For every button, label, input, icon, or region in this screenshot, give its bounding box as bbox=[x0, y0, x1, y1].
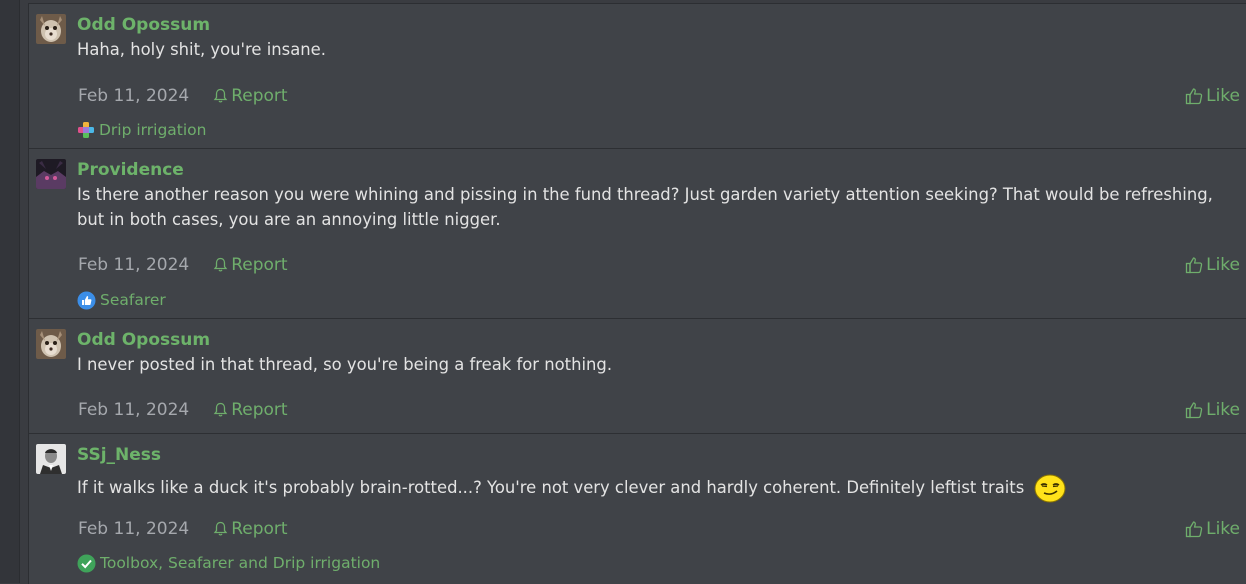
like-button[interactable]: Like bbox=[1185, 84, 1240, 108]
report-button[interactable]: Report bbox=[213, 255, 288, 275]
thread-post-list: Odd Opossum Haha, holy shit, you're insa… bbox=[28, 3, 1246, 584]
post-date[interactable]: Feb 11, 2024 bbox=[78, 400, 189, 420]
bell-icon bbox=[213, 88, 228, 103]
bell-icon bbox=[213, 257, 228, 272]
post-meta: Feb 11, 2024 Report bbox=[78, 84, 288, 108]
like-label: Like bbox=[1206, 400, 1240, 420]
like-button[interactable]: Like bbox=[1185, 517, 1240, 541]
post-meta: Feb 11, 2024 Report bbox=[78, 517, 288, 541]
username[interactable]: Providence bbox=[77, 158, 184, 182]
post: Odd Opossum Haha, holy shit, you're insa… bbox=[29, 4, 1246, 149]
left-rail bbox=[0, 0, 19, 583]
like-label: Like bbox=[1206, 519, 1240, 539]
reactions-text: Toolbox, Seafarer and Drip irrigation bbox=[100, 554, 381, 572]
like-button[interactable]: Like bbox=[1185, 398, 1240, 422]
avatar[interactable] bbox=[36, 14, 66, 44]
thumbs-up-reaction-icon bbox=[77, 291, 96, 309]
report-button[interactable]: Report bbox=[213, 400, 288, 420]
message-text: If it walks like a duck it's probably br… bbox=[77, 478, 1025, 497]
avatar[interactable] bbox=[36, 444, 66, 474]
username[interactable]: Odd Opossum bbox=[77, 13, 210, 37]
report-label: Report bbox=[231, 400, 288, 420]
puzzle-reaction-icon bbox=[78, 122, 94, 138]
report-button[interactable]: Report bbox=[213, 519, 288, 539]
report-label: Report bbox=[231, 86, 288, 106]
post-date[interactable]: Feb 11, 2024 bbox=[78, 255, 189, 275]
post-meta: Feb 11, 2024 Report bbox=[78, 398, 288, 422]
reactions-bar[interactable]: Drip irrigation bbox=[77, 119, 207, 141]
post: SSj_Ness If it walks like a duck it's pr… bbox=[29, 434, 1246, 584]
smug-smiley-emoji bbox=[1034, 474, 1065, 503]
bell-icon bbox=[213, 402, 228, 417]
like-label: Like bbox=[1206, 255, 1240, 275]
avatar[interactable] bbox=[36, 329, 66, 359]
post-date[interactable]: Feb 11, 2024 bbox=[78, 86, 189, 106]
reactions-bar[interactable]: Seafarer bbox=[77, 289, 166, 311]
report-button[interactable]: Report bbox=[213, 86, 288, 106]
report-label: Report bbox=[231, 519, 288, 539]
post-message: If it walks like a duck it's probably br… bbox=[77, 474, 1237, 503]
thumbs-up-icon bbox=[1185, 257, 1203, 274]
username[interactable]: SSj_Ness bbox=[77, 443, 161, 467]
username[interactable]: Odd Opossum bbox=[77, 328, 210, 352]
like-button[interactable]: Like bbox=[1185, 253, 1240, 277]
post-message: I never posted in that thread, so you're… bbox=[77, 355, 613, 374]
rail-divider bbox=[19, 0, 20, 583]
reactions-bar[interactable]: Toolbox, Seafarer and Drip irrigation bbox=[77, 552, 380, 574]
thumbs-up-icon bbox=[1185, 521, 1203, 538]
post: Odd Opossum I never posted in that threa… bbox=[29, 319, 1246, 434]
thumbs-up-icon bbox=[1185, 402, 1203, 419]
report-label: Report bbox=[231, 255, 288, 275]
post-message: Is there another reason you were whining… bbox=[77, 185, 1213, 229]
post: Providence Is there another reason you w… bbox=[29, 149, 1246, 319]
like-label: Like bbox=[1206, 86, 1240, 106]
reactions-text: Drip irrigation bbox=[99, 121, 207, 139]
bell-icon bbox=[213, 521, 228, 536]
post-date[interactable]: Feb 11, 2024 bbox=[78, 519, 189, 539]
reactions-text: Seafarer bbox=[100, 291, 166, 309]
avatar[interactable] bbox=[36, 159, 66, 189]
thumbs-up-icon bbox=[1185, 88, 1203, 105]
check-reaction-icon bbox=[77, 554, 96, 572]
post-message: Haha, holy shit, you're insane. bbox=[77, 40, 326, 59]
post-meta: Feb 11, 2024 Report bbox=[78, 253, 288, 277]
